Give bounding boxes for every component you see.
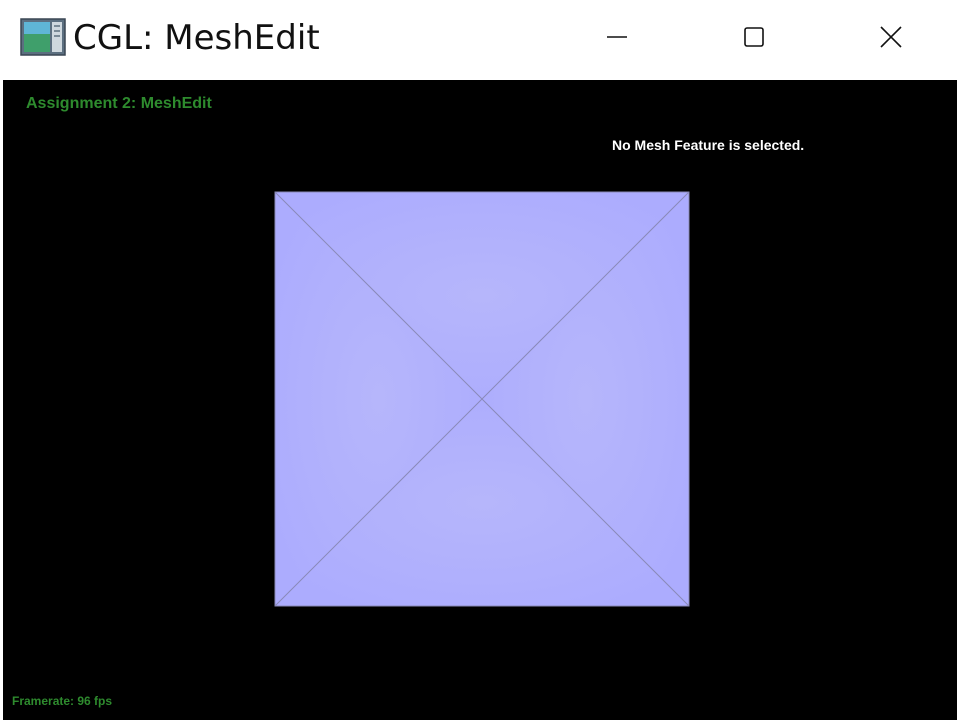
close-icon xyxy=(880,26,902,48)
app-window-icon xyxy=(20,18,66,56)
app-window: CGL: MeshEdit Assignment 2: MeshEdit No … xyxy=(0,0,959,721)
window-title: CGL: MeshEdit xyxy=(73,18,320,58)
close-button[interactable] xyxy=(851,0,931,74)
maximize-icon xyxy=(744,27,764,47)
minimize-button[interactable] xyxy=(577,0,657,74)
title-bar[interactable]: CGL: MeshEdit xyxy=(0,0,959,80)
maximize-button[interactable] xyxy=(714,0,794,74)
mesh-viewport[interactable]: Assignment 2: MeshEdit No Mesh Feature i… xyxy=(3,80,957,720)
mesh-canvas[interactable] xyxy=(3,80,957,720)
framerate-readout: Framerate: 96 fps xyxy=(12,694,113,708)
minimize-icon xyxy=(607,36,627,38)
